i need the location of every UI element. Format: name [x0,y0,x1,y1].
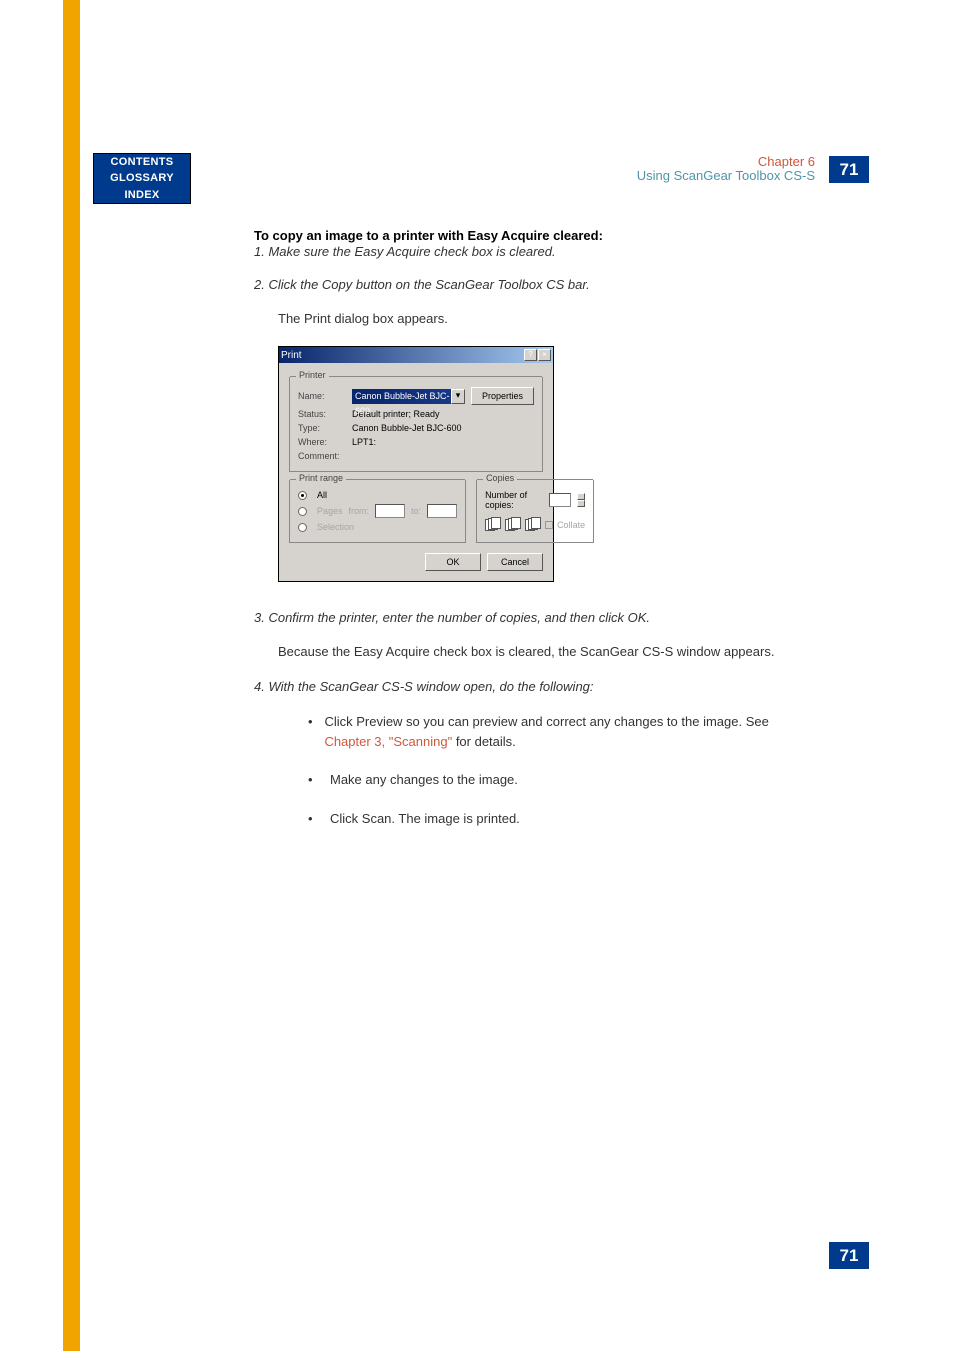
page-number-top: 71 [829,156,869,183]
type-label: Type: [298,423,346,433]
where-label: Where: [298,437,346,447]
properties-button: Properties [471,387,534,405]
from-field [375,504,405,518]
where-value: LPT1: [352,437,376,447]
list-item: • Click Scan. The image is printed. [308,809,802,829]
list-item: • Click Preview so you can preview and c… [308,712,802,751]
section-heading: To copy an image to a printer with Easy … [254,228,802,243]
step-3-caption: Because the Easy Acquire check box is cl… [278,643,802,661]
list-item: • Make any changes to the image. [308,770,802,790]
copies-group-label: Copies [483,473,517,483]
print-range-label: Print range [296,473,346,483]
copies-spinner [577,493,586,507]
nav-index-button[interactable]: INDEX [93,187,191,204]
radio-all [298,491,307,500]
nav-button-group: CONTENTS GLOSSARY INDEX [93,153,191,204]
nav-contents-button[interactable]: CONTENTS [93,153,191,170]
side-accent-bar [63,0,80,1351]
collate-icon [505,517,521,533]
chapter-3-link[interactable]: Chapter 3, "Scanning" [324,734,452,749]
name-label: Name: [298,391,346,401]
status-label: Status: [298,409,346,419]
cancel-button: Cancel [487,553,543,571]
collate-checkbox [545,521,553,529]
collate-icon [485,517,501,533]
ok-button: OK [425,553,481,571]
radio-pages [298,507,307,516]
page-number-bottom: 71 [829,1242,869,1269]
step-2: 2. Click the Copy button on the ScanGear… [254,277,802,292]
chevron-down-icon: ▾ [451,389,465,404]
dialog-title: Print [281,350,302,361]
body-content: To copy an image to a printer with Easy … [254,228,802,847]
nav-glossary-button[interactable]: GLOSSARY [93,170,191,187]
step-2-caption: The Print dialog box appears. [278,310,802,328]
dialog-titlebar: Print ? × [279,347,553,363]
radio-selection [298,523,307,532]
step-3: 3. Confirm the printer, enter the number… [254,610,802,625]
comment-label: Comment: [298,451,346,461]
step-4: 4. With the ScanGear CS-S window open, d… [254,679,802,694]
chapter-header: Chapter 6 Using ScanGear Toolbox CS-S 71 [637,155,869,184]
type-value: Canon Bubble-Jet BJC-600 [352,423,462,433]
copies-field [549,493,571,507]
to-field [427,504,457,518]
step-1: 1. Make sure the Easy Acquire check box … [254,244,802,259]
collate-icon [525,517,541,533]
chapter-title: Using ScanGear Toolbox CS-S [637,169,815,183]
chapter-number: Chapter 6 [637,155,815,169]
bullet-list: • Click Preview so you can preview and c… [308,712,802,828]
close-icon: × [538,349,551,361]
printer-name-dropdown: Canon Bubble-Jet BJC-600 ▾ [352,389,465,404]
print-dialog-screenshot: Print ? × Printer Name: Canon Bubble-Jet… [278,346,554,582]
help-icon: ? [524,349,537,361]
printer-group-label: Printer [296,370,329,380]
